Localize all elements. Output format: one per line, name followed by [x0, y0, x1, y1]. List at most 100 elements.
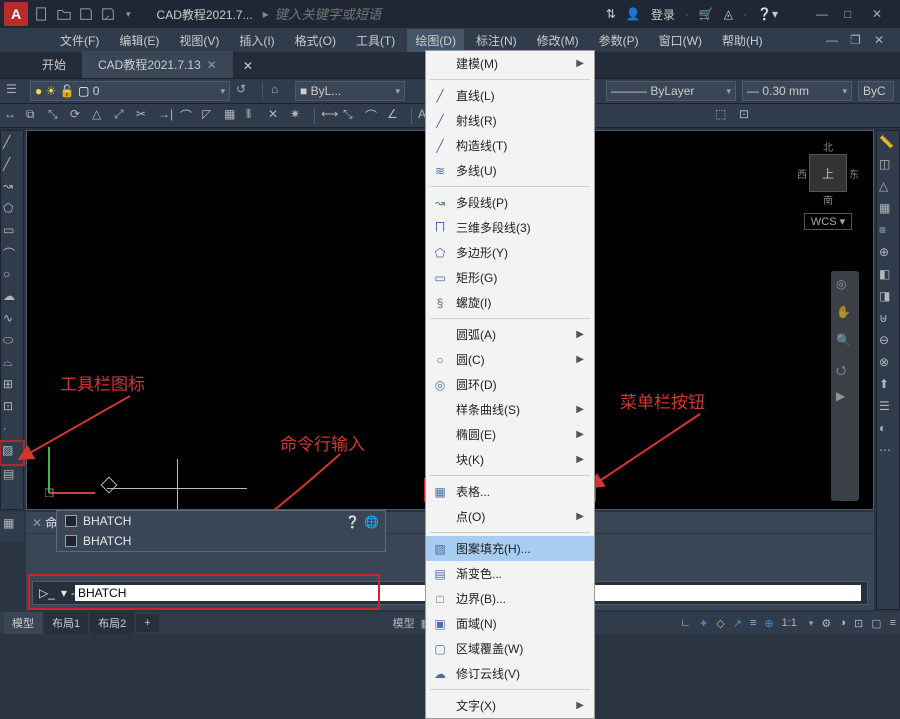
showmotion-icon[interactable]: ▶	[836, 389, 854, 407]
gradient-icon[interactable]: ▤	[3, 467, 21, 485]
menu-item[interactable]: 视图(V)	[171, 29, 227, 52]
doc-restore-button[interactable]: ❐	[850, 33, 868, 47]
isolate-icon[interactable]: ◑	[839, 617, 846, 629]
menu-item[interactable]: 编辑(E)	[111, 29, 167, 52]
transparency-icon[interactable]: ◐	[879, 421, 897, 439]
scale-label[interactable]: 1:1	[782, 617, 797, 629]
group-icon[interactable]: ⊡	[739, 107, 757, 125]
menu-panel-item[interactable]: ☁修订云线(V)	[426, 661, 594, 686]
mirror-icon[interactable]: △	[92, 107, 110, 125]
autocomplete-item[interactable]: BHATCH ❔🌐	[57, 531, 385, 551]
ortho-toggle[interactable]: ∟	[680, 617, 691, 629]
saveas-icon[interactable]	[100, 7, 116, 21]
layout-tab-model[interactable]: 模型	[4, 612, 42, 634]
stretch-icon[interactable]: ⤡	[48, 107, 66, 125]
layer-combo[interactable]: ● ☀ 🔓 ▢ 0▾	[30, 81, 230, 101]
close-button[interactable]: ✕	[872, 7, 890, 21]
menu-panel-item[interactable]: ▨图案填充(H)...	[426, 536, 594, 561]
scale-icon[interactable]: ⤢	[114, 107, 132, 125]
dim-angle-icon[interactable]: ∠	[387, 107, 405, 125]
menu-panel-item[interactable]: 块(K)▶	[426, 447, 594, 472]
polar-toggle[interactable]: ✦	[699, 617, 708, 630]
move-icon[interactable]: ↔	[4, 107, 22, 125]
steering-wheel-icon[interactable]: ◎	[836, 277, 854, 295]
match-properties-icon[interactable]: ⌂	[271, 82, 289, 100]
tab-new[interactable]: ✕	[233, 54, 263, 78]
menu-panel-item[interactable]: 样条曲线(S)▶	[426, 397, 594, 422]
pline-icon[interactable]: ↝	[3, 179, 21, 197]
new-icon[interactable]	[34, 7, 50, 21]
menu-panel-item[interactable]: ⬠多边形(Y)	[426, 240, 594, 265]
doc-close-button[interactable]: ✕	[874, 33, 892, 47]
menu-panel-item[interactable]: ↝多段线(P)	[426, 190, 594, 215]
tab-start[interactable]: 开始	[26, 51, 82, 78]
cart-icon[interactable]: 🛒	[699, 7, 714, 21]
region-icon[interactable]: ▦	[3, 516, 21, 534]
ellipse-arc-icon[interactable]: ⌓	[3, 355, 21, 373]
offset-icon[interactable]: ⫴	[246, 107, 264, 125]
arc-icon[interactable]: ⌒	[3, 245, 21, 263]
maximize-button[interactable]: □	[844, 7, 862, 21]
draworder-icon[interactable]: ⬚	[715, 107, 733, 125]
measure-icon[interactable]: 📏	[879, 135, 897, 153]
intersect-icon[interactable]: ⊗	[879, 355, 897, 373]
signin-icon[interactable]: 👤	[626, 7, 641, 21]
menu-panel-item[interactable]: 文字(X)▶	[426, 693, 594, 718]
fillet-icon[interactable]: ⌒	[180, 107, 198, 125]
otrack-toggle[interactable]: ↗	[733, 617, 742, 630]
menu-panel-item[interactable]: ◎圆环(D)	[426, 372, 594, 397]
zoom-icon[interactable]: 🔍	[836, 333, 854, 351]
revcloud-icon[interactable]: ☁	[3, 289, 21, 307]
menu-item[interactable]: 修改(M)	[529, 29, 587, 52]
minimize-button[interactable]: —	[816, 7, 834, 21]
globe-icon[interactable]: 🌐	[364, 515, 379, 529]
color-combo[interactable]: ■ ByL...▾	[295, 81, 405, 101]
tab-document[interactable]: CAD教程2021.7.13✕	[82, 51, 233, 78]
layout-tab-1[interactable]: 布局1	[44, 612, 88, 634]
union-icon[interactable]: ⊎	[879, 311, 897, 329]
hatch-icon[interactable]: ▨	[2, 443, 22, 463]
align-icon[interactable]: ≡	[879, 223, 897, 241]
orbit-icon[interactable]: ⭯	[836, 361, 854, 379]
array-icon[interactable]: ▦	[224, 107, 242, 125]
copy-icon[interactable]: ⧉	[26, 107, 44, 125]
gear-icon[interactable]: ⚙	[821, 617, 831, 630]
viewcube[interactable]: 北 西 上 东 南 WCS ▾	[797, 139, 859, 230]
ellipse-icon[interactable]: ⬭	[3, 333, 21, 351]
line-icon[interactable]: ╱	[3, 135, 21, 153]
customize-status-icon[interactable]: ≡	[890, 617, 896, 629]
menu-item[interactable]: 帮助(H)	[714, 29, 771, 52]
menu-item[interactable]: 参数(P)	[591, 29, 647, 52]
menu-panel-item[interactable]: ≋多线(U)	[426, 158, 594, 183]
menu-panel-item[interactable]: □边界(B)...	[426, 586, 594, 611]
pan-icon[interactable]: ✋	[836, 305, 854, 323]
dyn-toggle[interactable]: ⊕	[764, 617, 773, 630]
menu-panel-item[interactable]: 椭圆(E)▶	[426, 422, 594, 447]
subtract-icon[interactable]: ⊖	[879, 333, 897, 351]
menu-item[interactable]: 格式(O)	[287, 29, 344, 52]
wcs-label[interactable]: WCS ▾	[804, 213, 852, 230]
qat-more-icon[interactable]: ▾	[126, 9, 131, 20]
app-icon[interactable]: ◬	[724, 7, 733, 21]
lineweight-combo[interactable]: — 0.30 mm▾	[742, 81, 852, 101]
rectangle-icon[interactable]: ▭	[3, 223, 21, 241]
menu-item[interactable]: 工具(T)	[348, 29, 403, 52]
menu-item[interactable]: 绘图(D)	[407, 29, 464, 52]
linetype-combo[interactable]: ——— ByLayer▾	[606, 81, 736, 101]
more-tools-icon[interactable]: ⋯	[879, 443, 897, 461]
insert-block-icon[interactable]: ⊞	[3, 377, 21, 395]
menu-panel-item[interactable]: §螺旋(I)	[426, 290, 594, 315]
extrude-icon[interactable]: ⬆	[879, 377, 897, 395]
menu-panel-item[interactable]: ╱构造线(T)	[426, 133, 594, 158]
properties-icon[interactable]: ☰	[879, 399, 897, 417]
plotstyle-combo[interactable]: ByC	[858, 81, 894, 101]
circle-icon[interactable]: ○	[3, 267, 21, 285]
layout-tab-2[interactable]: 布局2	[90, 612, 134, 634]
menu-panel-item[interactable]: ╱射线(R)	[426, 108, 594, 133]
menu-panel-item[interactable]: ▢区域覆盖(W)	[426, 636, 594, 661]
dim-align-icon[interactable]: ⤡	[343, 107, 361, 125]
chamfer-icon[interactable]: ◸	[202, 107, 220, 125]
hardware-accel-icon[interactable]: ⊡	[854, 617, 863, 630]
open-icon[interactable]	[56, 7, 72, 21]
clean-screen-icon[interactable]: ▢	[871, 617, 881, 630]
